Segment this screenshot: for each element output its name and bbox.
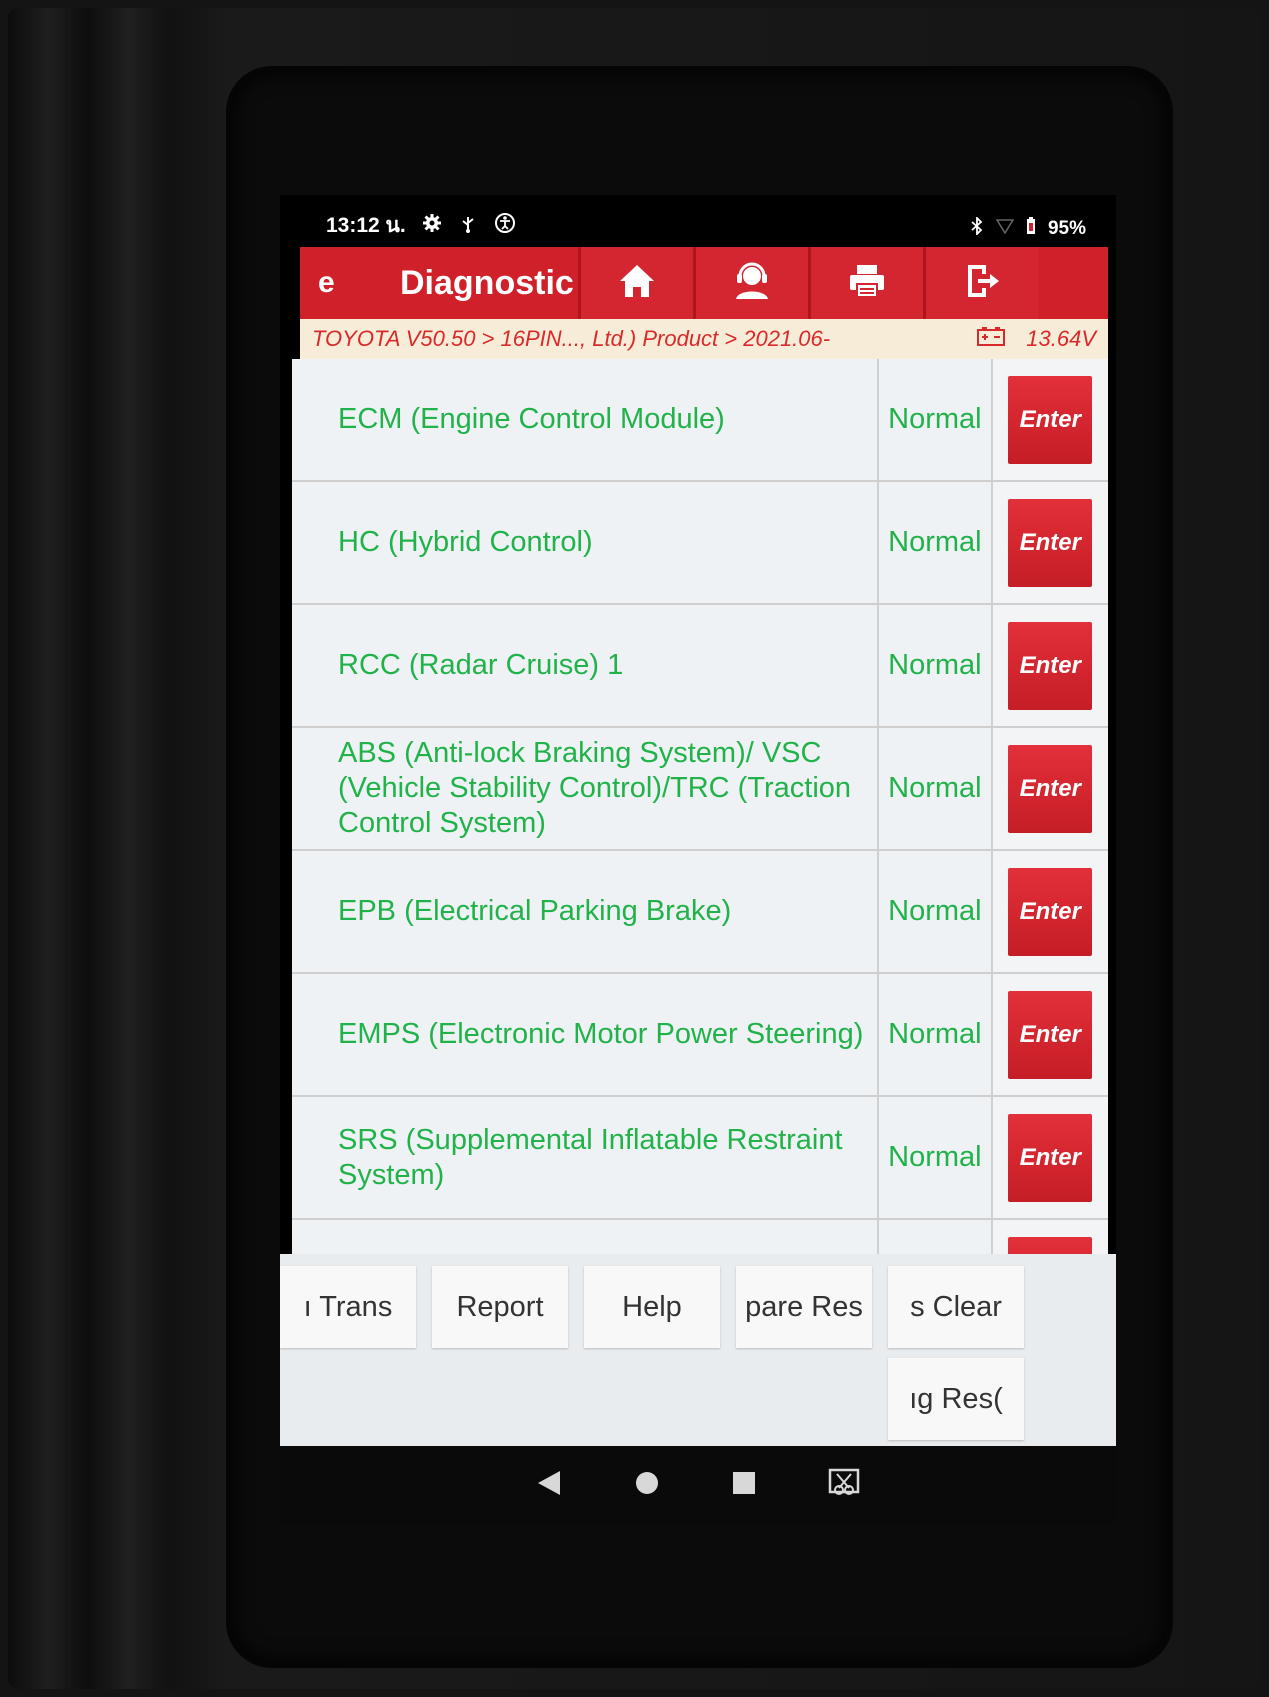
voltage-readout: 13.64V [1026,326,1096,351]
system-status: Normal [877,359,993,480]
bluetooth-icon [970,215,984,241]
usb-icon [458,213,478,239]
home-circle-icon[interactable] [634,1470,660,1501]
battery-icon [1026,217,1036,241]
back-icon[interactable] [536,1469,562,1502]
trans-button[interactable]: ı Trans [280,1266,416,1348]
table-row: ECM (Engine Control Module) Normal Enter [292,359,1108,482]
system-name: EMPS (Electronic Motor Power Steering) [292,974,878,1095]
support-button[interactable] [693,247,808,319]
system-status: Normal [877,605,993,726]
print-icon [847,262,887,305]
page-title: Diagnostic [400,263,574,302]
exit-button[interactable] [923,247,1038,319]
accessibility-icon [494,212,516,240]
clear-button[interactable]: s Clear [888,1266,1024,1348]
table-row: HC (Hybrid Control) Normal Enter [292,482,1108,605]
enter-button[interactable]: Enter [1008,498,1093,587]
back-button[interactable]: e [300,266,360,300]
help-button[interactable]: Help [584,1266,720,1348]
report-button[interactable]: Report [432,1266,568,1348]
app-bar: e Diagnostic [300,247,1108,319]
table-row: EPB (Electrical Parking Brake) Normal En… [292,851,1108,974]
enter-button[interactable]: Enter [1008,621,1093,710]
system-name: ECM (Engine Control Module) [292,359,878,480]
wifi-icon [995,218,1015,240]
system-status: Normal [877,974,993,1095]
support-icon [731,261,773,306]
android-nav-bar [280,1446,1116,1525]
screen: 13:12 น. 95% e Diagnostic TOYOTA V50.50 … [280,195,1116,1525]
table-row: SRS (Supplemental Inflatable Restraint S… [292,1097,1108,1220]
enter-button[interactable]: Enter [1008,744,1093,833]
enter-button[interactable]: Enter [1008,1113,1093,1202]
table-row: ABS (Anti-lock Braking System)/ VSC (Veh… [292,728,1108,851]
enter-button[interactable]: Enter [1008,375,1093,464]
function-bar: ı Trans Report Help pare Res s Clear ıg … [280,1254,1116,1446]
table-row-partial [292,1220,1108,1254]
car-battery-icon [976,325,1006,353]
enter-button[interactable]: Enter [1008,990,1093,1079]
clock: 13:12 น. [326,214,406,237]
home-button[interactable] [578,247,693,319]
system-name: HC (Hybrid Control) [292,482,878,603]
enter-button-partial[interactable] [1008,1236,1093,1254]
system-name: ABS (Anti-lock Braking System)/ VSC (Veh… [292,728,878,849]
table-row: RCC (Radar Cruise) 1 Normal Enter [292,605,1108,728]
screenshot-icon[interactable] [828,1468,860,1503]
reset-button[interactable]: ıg Res( [888,1358,1024,1440]
system-status: Normal [877,482,993,603]
system-status-empty [877,1220,993,1254]
exit-icon [962,262,1002,305]
system-status: Normal [877,851,993,972]
system-status: Normal [877,728,993,849]
system-name: EPB (Electrical Parking Brake) [292,851,878,972]
home-icon [617,262,657,305]
recents-icon[interactable] [732,1471,756,1500]
system-list: ECM (Engine Control Module) Normal Enter… [292,359,1108,1254]
system-status: Normal [877,1097,993,1218]
system-name: SRS (Supplemental Inflatable Restraint S… [292,1097,878,1218]
breadcrumb: TOYOTA V50.50 > 16PIN..., Ltd.) Product … [300,319,1108,359]
table-row: EMPS (Electronic Motor Power Steering) N… [292,974,1108,1097]
settings-icon [422,213,442,239]
print-button[interactable] [808,247,923,319]
status-bar: 13:12 น. 95% [280,195,1116,247]
system-name: RCC (Radar Cruise) 1 [292,605,878,726]
enter-button[interactable]: Enter [1008,867,1093,956]
compare-results-button[interactable]: pare Res [736,1266,872,1348]
battery-level: 95% [1047,218,1086,239]
breadcrumb-path: TOYOTA V50.50 > 16PIN..., Ltd.) Product … [312,326,831,351]
system-name-empty [292,1220,878,1254]
